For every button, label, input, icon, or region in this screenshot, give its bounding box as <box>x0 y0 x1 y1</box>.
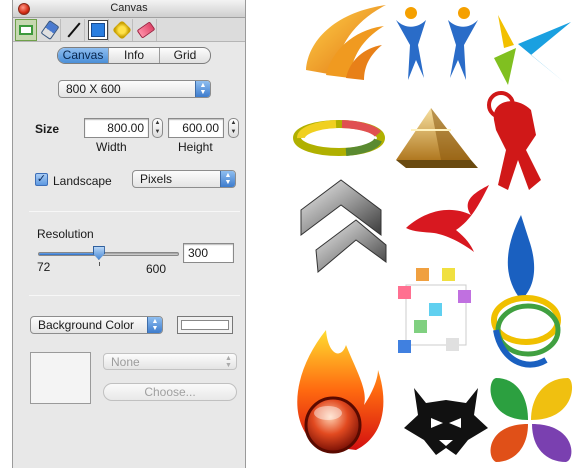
background-color-swatch[interactable] <box>177 316 233 334</box>
select-arrows-icon: ▲ ▼ <box>147 317 162 333</box>
chevron-logo-icon <box>300 179 387 273</box>
height-stepper[interactable]: ▲ ▼ <box>228 118 239 138</box>
window-title: Canvas <box>110 2 148 14</box>
title-bar: Canvas <box>13 0 245 18</box>
line-tool-button[interactable] <box>63 19 85 41</box>
size-preset-select[interactable]: 800 X 600 ▲ ▼ <box>58 80 211 98</box>
magic-wand-tool-icon <box>111 20 132 40</box>
brush-tool-icon <box>39 20 60 40</box>
height-label: Height <box>178 140 213 154</box>
color-ring-logo-icon <box>293 120 385 156</box>
choose-button[interactable]: Choose... <box>103 383 237 401</box>
eraser-tool-button[interactable] <box>135 19 157 41</box>
divider <box>29 211 240 212</box>
size-preset-value: 800 X 600 <box>66 82 121 96</box>
logo-artwork-area <box>246 0 575 468</box>
landscape-label: Landscape <box>53 174 112 188</box>
units-select[interactable]: Pixels ▲ ▼ <box>132 170 236 188</box>
tab-canvas[interactable]: Canvas <box>58 48 109 63</box>
glass-cubes-logo-icon <box>398 268 471 353</box>
size-label: Size <box>35 122 60 136</box>
pyramid-logo-icon <box>396 108 478 168</box>
slider-tick <box>99 262 100 266</box>
resolution-max-label: 600 <box>146 262 167 276</box>
inspector-tabs: Canvas Info Grid <box>57 47 211 64</box>
swirl-figure-logo-icon <box>491 215 561 368</box>
select-arrows-icon: ▲ ▼ <box>225 354 232 369</box>
basketball-player-logo-icon <box>487 91 541 190</box>
resolution-field[interactable]: 300 <box>183 243 234 263</box>
resolution-min-label: 72 <box>37 260 51 274</box>
select-arrows-icon: ▲ ▼ <box>195 81 210 97</box>
brush-tool-button[interactable] <box>39 19 61 41</box>
width-field[interactable]: 800.00 <box>84 118 149 138</box>
resolution-slider-fill <box>39 253 100 255</box>
magic-wand-tool-button[interactable] <box>111 19 133 41</box>
resolution-slider-track[interactable] <box>38 252 179 256</box>
background-color-fill <box>181 320 229 330</box>
background-mode-select[interactable]: Background Color ▲ ▼ <box>30 316 163 334</box>
rectangle-tool-icon <box>19 25 33 35</box>
select-arrows-icon: ▲ ▼ <box>220 171 235 187</box>
line-tool-icon <box>66 22 81 38</box>
background-image-select[interactable]: None ▲ ▼ <box>103 353 237 370</box>
tab-info[interactable]: Info <box>109 48 160 63</box>
flame-orb-logo-icon <box>297 330 384 454</box>
canvas-inspector-panel: Canvas Canvas Info Grid 800 X 600 ▲ ▼ Siz… <box>12 0 246 468</box>
eraser-tool-icon <box>136 21 155 39</box>
tab-grid[interactable]: Grid <box>160 48 210 63</box>
height-field[interactable]: 600.00 <box>168 118 224 138</box>
landscape-checkbox[interactable]: ✓ <box>35 173 48 186</box>
background-image-value: None <box>111 355 140 369</box>
background-image-well[interactable] <box>30 352 91 404</box>
resolution-slider-thumb[interactable] <box>92 246 105 260</box>
dancers-logo-icon <box>396 7 478 80</box>
resolution-label: Resolution <box>37 227 94 241</box>
divider <box>29 295 240 296</box>
lynx-face-logo-icon <box>404 388 488 455</box>
width-label: Width <box>96 140 127 154</box>
swoosh-logo-icon <box>306 5 386 80</box>
tricolor-figure-logo-icon <box>494 15 571 85</box>
petal-flower-logo-icon <box>490 378 573 462</box>
units-value: Pixels <box>140 172 173 186</box>
frame-tool-icon <box>90 23 105 37</box>
background-mode-value: Background Color <box>38 318 135 332</box>
width-stepper[interactable]: ▲ ▼ <box>152 118 163 138</box>
tool-bar <box>13 18 245 42</box>
rectangle-tool-button[interactable] <box>15 19 37 41</box>
frame-tool-button[interactable] <box>87 19 109 41</box>
red-bird-logo-icon <box>406 185 489 252</box>
